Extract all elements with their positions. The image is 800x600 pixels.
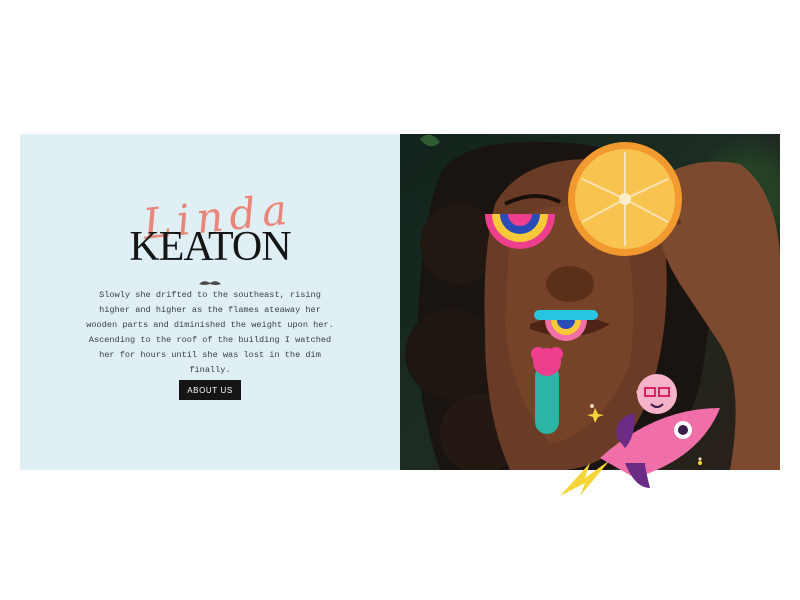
last-name-heading: KEATON	[129, 224, 291, 270]
rocket-sticker	[560, 374, 720, 496]
about-us-button[interactable]: ABOUT US	[179, 380, 241, 400]
intro-panel: Linda KEATON Slowly she drifted to the s…	[20, 134, 400, 470]
bio-paragraph: Slowly she drifted to the southeast, ris…	[86, 290, 334, 375]
mustache-divider-icon	[199, 281, 221, 285]
